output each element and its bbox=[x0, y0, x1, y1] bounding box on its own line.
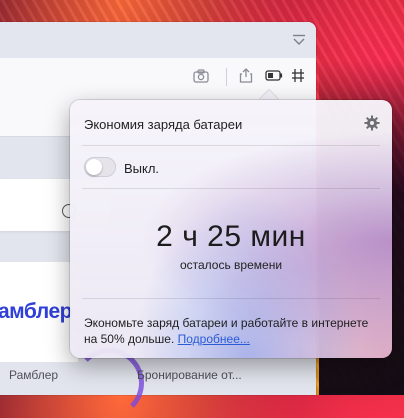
gear-icon[interactable] bbox=[364, 115, 380, 131]
battery-icon[interactable] bbox=[265, 70, 283, 81]
promo-text: Экономьте заряд батареи и работайте в ин… bbox=[84, 315, 384, 347]
toolbar-separator bbox=[226, 68, 227, 86]
share-icon[interactable] bbox=[239, 67, 253, 83]
tab-bar bbox=[0, 22, 316, 58]
time-remaining-caption: осталось времени bbox=[179, 258, 283, 272]
battery-saver-popover: Экономия заряда батареи Выкл. 2 ч 25 мин… bbox=[70, 100, 392, 358]
learn-more-link[interactable]: Подробнее... bbox=[178, 332, 250, 346]
tile-label-rambler[interactable]: Рамблер bbox=[9, 368, 58, 382]
camera-icon[interactable] bbox=[193, 69, 209, 83]
divider bbox=[82, 188, 380, 189]
tabs-menu-icon[interactable] bbox=[292, 34, 306, 46]
battery-saver-toggle[interactable] bbox=[84, 157, 116, 177]
settings-sliders-icon[interactable] bbox=[291, 68, 305, 83]
popover-title: Экономия заряда батареи bbox=[84, 117, 243, 132]
tile-decoration-arc bbox=[74, 348, 144, 418]
divider bbox=[82, 298, 380, 299]
tile-label-booking[interactable]: Бронирование от... bbox=[137, 368, 242, 382]
toggle-knob bbox=[86, 159, 102, 175]
rambler-logo: амблер bbox=[0, 300, 72, 323]
divider bbox=[82, 145, 380, 146]
time-remaining: 2 ч 25 мин bbox=[156, 220, 306, 253]
toggle-label: Выкл. bbox=[124, 161, 160, 176]
